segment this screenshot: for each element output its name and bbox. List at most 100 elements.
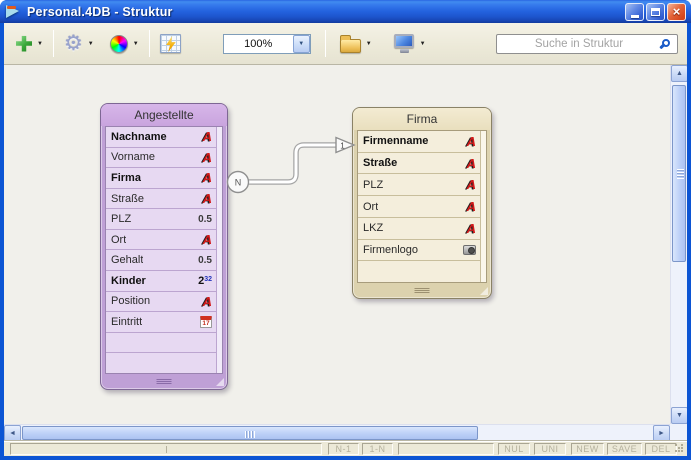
field-row[interactable]: Firma A: [106, 168, 222, 189]
field-label: Vorname: [111, 151, 155, 163]
horizontal-scroll-thumb[interactable]: [22, 426, 478, 440]
alpha-type-icon: A: [467, 135, 476, 148]
del-button[interactable]: DEL: [645, 443, 677, 455]
search-input[interactable]: [496, 34, 678, 54]
field-list-scrollbar[interactable]: [216, 127, 222, 373]
add-button[interactable]: ▼: [16, 36, 43, 52]
display-button[interactable]: ▼: [394, 34, 426, 53]
open-button[interactable]: ▼: [340, 35, 372, 53]
field-row[interactable]: VornameA: [106, 148, 222, 169]
field-label: Firma: [111, 172, 141, 184]
field-label: Eintritt: [111, 316, 142, 328]
zoom-combobox[interactable]: 100% ▼: [223, 34, 311, 54]
scroll-up-button[interactable]: ▲: [671, 65, 687, 82]
save-button[interactable]: SAVE: [607, 443, 642, 455]
table-resize-handle[interactable]: [480, 287, 488, 295]
relation-1n-button[interactable]: 1-N: [362, 443, 393, 455]
chevron-down-icon[interactable]: ▼: [420, 41, 426, 47]
vertical-scroll-thumb[interactable]: [672, 85, 686, 262]
table-title[interactable]: Angestellte: [101, 104, 227, 126]
settings-gear-icon: ⚙: [64, 34, 83, 54]
alpha-type-icon: A: [467, 200, 476, 213]
horizontal-scrollbar[interactable]: ◄ ►: [4, 424, 670, 441]
field-row[interactable]: Gehalt0.5: [106, 250, 222, 271]
settings-button[interactable]: ⚙ ▼: [64, 34, 94, 54]
field-row[interactable]: Kinder232: [106, 271, 222, 292]
chevron-down-icon[interactable]: ▼: [133, 41, 139, 47]
table-angestellte[interactable]: Angestellte NachnameAVornameA Firma A Straß…: [100, 103, 228, 390]
relation-n1-button[interactable]: N-1: [328, 443, 359, 455]
picture-type-icon: [463, 245, 476, 255]
empty-field-row[interactable]: [106, 353, 222, 373]
structure-canvas[interactable]: Angestellte NachnameAVornameAFirmaAStraß…: [4, 65, 670, 424]
resize-grip-icon[interactable]: [674, 443, 685, 454]
table-grip-icon[interactable]: [415, 288, 430, 293]
scroll-down-button[interactable]: ▼: [671, 407, 687, 424]
search-box: [496, 34, 678, 54]
table-grip-icon[interactable]: [157, 379, 172, 384]
scroll-right-button[interactable]: ►: [653, 425, 670, 441]
field-row[interactable]: NachnameA: [106, 127, 222, 148]
color-wheel-icon: [110, 35, 128, 53]
maximize-button[interactable]: [646, 3, 665, 21]
field-row[interactable]: Eintritt17: [106, 312, 222, 333]
toolbar-separator: [149, 30, 150, 57]
uni-button[interactable]: UNI: [534, 443, 566, 455]
field-row[interactable]: FirmennameA: [358, 131, 486, 153]
field-row[interactable]: PLZ 0.5: [106, 209, 222, 230]
field-row[interactable]: PLZA: [358, 174, 486, 196]
close-button[interactable]: ×: [667, 3, 686, 21]
field-row[interactable]: StraßeA: [106, 189, 222, 210]
zoom-dropdown-button[interactable]: ▼: [293, 35, 310, 53]
app-window: Personal.4DB - Struktur × ▼ ⚙ ▼ ▼: [0, 0, 691, 460]
field-row[interactable]: LKZA: [358, 218, 486, 240]
arrow-right-icon: ►: [658, 430, 665, 437]
field-label: Gehalt: [111, 254, 143, 266]
field-row[interactable]: Ort A: [358, 196, 486, 218]
field-row[interactable]: OrtA: [106, 230, 222, 251]
relation-many-label: N: [235, 178, 242, 188]
field-label: Position: [111, 295, 150, 307]
chevron-down-icon[interactable]: ▼: [88, 41, 94, 47]
table-title[interactable]: Firma: [353, 108, 491, 130]
real-type-icon: 0.5: [198, 214, 212, 225]
field-label: Firmenlogo: [363, 244, 418, 256]
field-row[interactable]: StraßeA: [358, 153, 486, 175]
field-row[interactable]: Firmenlogo: [358, 240, 486, 262]
zoom-value: 100%: [224, 38, 293, 50]
status-panel: [398, 443, 494, 455]
empty-field-row[interactable]: [358, 261, 486, 282]
structure-editor: Angestellte NachnameAVornameAFirmaAStraß…: [4, 65, 687, 441]
table-resize-handle[interactable]: [216, 378, 224, 386]
colors-button[interactable]: ▼: [110, 35, 139, 53]
field-label: Ort: [111, 234, 126, 246]
status-panel: [10, 443, 322, 455]
close-icon: ×: [673, 5, 681, 18]
table-field-list: FirmennameAStraßeAPLZA Ort A LKZA Firmenlogo: [357, 130, 487, 283]
field-label: Kinder: [111, 275, 146, 287]
relation-many-end[interactable]: [228, 172, 249, 193]
chevron-down-icon[interactable]: ▼: [366, 41, 372, 47]
title-bar[interactable]: Personal.4DB - Struktur ×: [0, 0, 691, 23]
field-row[interactable]: PositionA: [106, 292, 222, 313]
field-label: Straße: [111, 193, 144, 205]
toolbar: ▼ ⚙ ▼ ▼ 100% ▼ ▼: [4, 23, 687, 65]
new-button[interactable]: NEW: [571, 443, 604, 455]
events-button[interactable]: [160, 34, 181, 53]
status-panel-divider: [166, 446, 167, 453]
field-label: PLZ: [111, 213, 131, 225]
alpha-type-icon: A: [467, 178, 476, 191]
vertical-scrollbar[interactable]: ▲ ▼: [670, 65, 687, 424]
empty-field-row[interactable]: [106, 333, 222, 354]
field-list-scrollbar[interactable]: [480, 131, 486, 282]
search-icon[interactable]: [662, 39, 670, 47]
chevron-down-icon[interactable]: ▼: [37, 41, 43, 47]
nul-button[interactable]: NUL: [498, 443, 530, 455]
table-firma[interactable]: Firma FirmennameAStraßeAPLZAOrtALKZAFirm…: [352, 107, 492, 299]
relation-one-label: 1: [340, 142, 345, 151]
relation-line[interactable]: [249, 145, 337, 182]
alpha-type-icon: A: [203, 171, 212, 184]
minimize-button[interactable]: [625, 3, 644, 21]
scroll-left-button[interactable]: ◄: [4, 425, 21, 441]
field-label: Ort: [363, 201, 378, 213]
